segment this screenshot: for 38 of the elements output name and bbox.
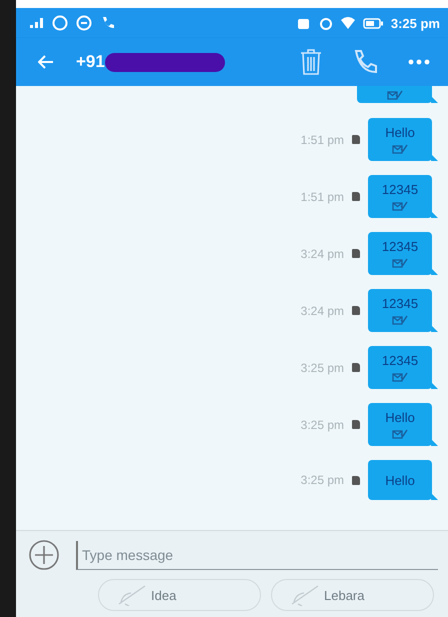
- back-arrow-icon[interactable]: [38, 55, 54, 69]
- status-time: 3:25 pm: [390, 16, 440, 30]
- message-time: 3:25 pm: [300, 473, 344, 487]
- message-input[interactable]: Type message: [76, 540, 438, 570]
- signal-icon: [30, 18, 44, 28]
- message-text: 12345: [382, 296, 418, 311]
- message-text: 12345: [382, 182, 418, 197]
- more-options-icon[interactable]: [408, 59, 430, 65]
- message-time: 3:24 pm: [300, 246, 344, 260]
- message-time: 3:25 pm: [300, 360, 344, 374]
- sim-icon: [352, 249, 360, 258]
- sim-icon: [352, 192, 360, 201]
- phone-icon: [100, 15, 116, 31]
- message-text: 12345: [382, 353, 418, 368]
- sim-icon: [352, 363, 360, 372]
- message-text: Hello: [385, 125, 415, 140]
- message-time: 3:25 pm: [300, 418, 344, 432]
- sim-icon: [352, 420, 360, 429]
- message-text: Hello: [385, 472, 415, 488]
- contact-number: +91: [76, 52, 105, 72]
- message-text: Hello: [385, 410, 415, 425]
- message-time: 1:51 pm: [300, 190, 344, 204]
- circle-icon: [76, 15, 92, 31]
- add-attachment-icon[interactable]: [28, 539, 60, 571]
- send-sim-icon: [117, 584, 147, 606]
- battery-icon: [362, 18, 383, 28]
- wifi-icon: [340, 17, 355, 29]
- sim-icon: [352, 135, 360, 144]
- send-sim-button[interactable]: Idea: [98, 579, 261, 611]
- message-text: 12345: [382, 239, 418, 254]
- message-time: 1:51 pm: [300, 132, 344, 146]
- sim-icon: [352, 476, 360, 484]
- message-time: 3:24 pm: [300, 304, 344, 318]
- sim-icon: [352, 306, 360, 315]
- send-sim-icon: [290, 584, 320, 606]
- phone-icon[interactable]: [352, 49, 378, 75]
- send-sim-button[interactable]: Lebara: [271, 579, 434, 611]
- trash-icon[interactable]: [300, 49, 322, 75]
